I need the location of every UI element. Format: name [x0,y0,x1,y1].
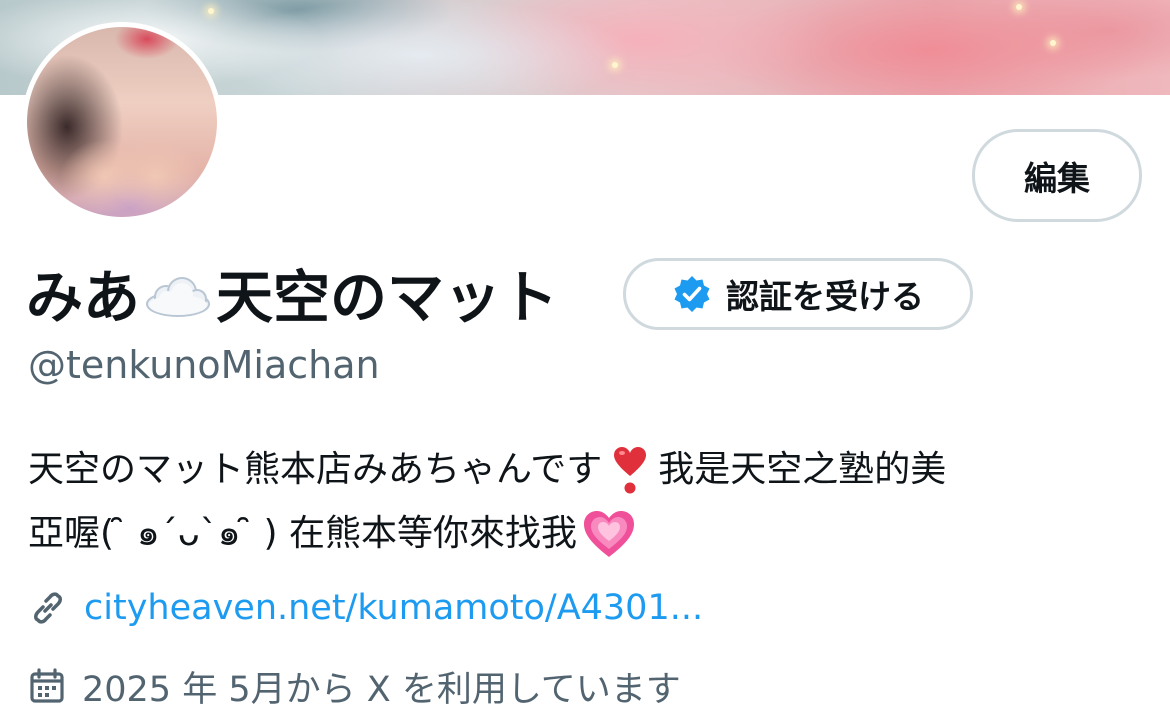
get-verified-label: 認証を受ける [726,277,924,316]
display-name: みあ 天空のマット [26,252,558,334]
edit-profile-button[interactable]: 編集 [972,129,1142,222]
bio-line: 亞喔( ̑̑ ๑´ᴗ`๑ ̑̑ ) 在熊本等你來找我 [28,502,1138,566]
link-icon [28,588,68,628]
display-name-part2: 天空のマット [216,265,558,331]
heart-exclamation-icon [610,444,650,496]
bio-text: 天空のマット熊本店みあちゃんです [28,449,603,490]
bio-text: 亞喔( ̑̑ ๑´ᴗ`๑ ̑̑ ) 在熊本等你來找我 [28,513,578,554]
sparkle-decoration [612,62,618,68]
profile-bio: 天空のマット熊本店みあちゃんです 我是天空之塾的美 亞喔( ̑̑ ๑´ᴗ`๑ ̑… [28,438,1138,566]
profile-page: 編集 みあ 天空のマット 認証を受ける @tenkunoMiachan 天空のマ… [0,0,1170,727]
get-verified-button[interactable]: 認証を受ける [623,258,973,330]
bio-text-chinese: 我是天空之塾的美 [658,449,947,490]
website-link[interactable]: cityheaven.net/kumamoto/A4301... [84,588,703,628]
sparkle-decoration [1016,4,1022,10]
verified-badge-icon [672,274,712,314]
display-name-row: みあ 天空のマット [26,256,558,331]
cloud-icon [142,268,214,318]
bio-line: 天空のマット熊本店みあちゃんです 我是天空之塾的美 [28,438,1138,502]
display-name-part1: みあ [26,265,140,331]
joined-text: 2025 年 5月から X を利用しています [82,669,681,710]
user-handle: @tenkunoMiachan [28,343,380,387]
calendar-icon [28,667,66,705]
sparkle-decoration [1050,40,1056,46]
edit-profile-label: 編集 [1024,158,1090,198]
joined-date: 2025 年 5月から X を利用しています [28,660,681,712]
avatar[interactable] [22,22,222,222]
avatar-image [27,27,217,217]
profile-website: cityheaven.net/kumamoto/A4301... [28,582,703,634]
sparkle-decoration [208,8,214,14]
growing-heart-icon [581,508,637,560]
